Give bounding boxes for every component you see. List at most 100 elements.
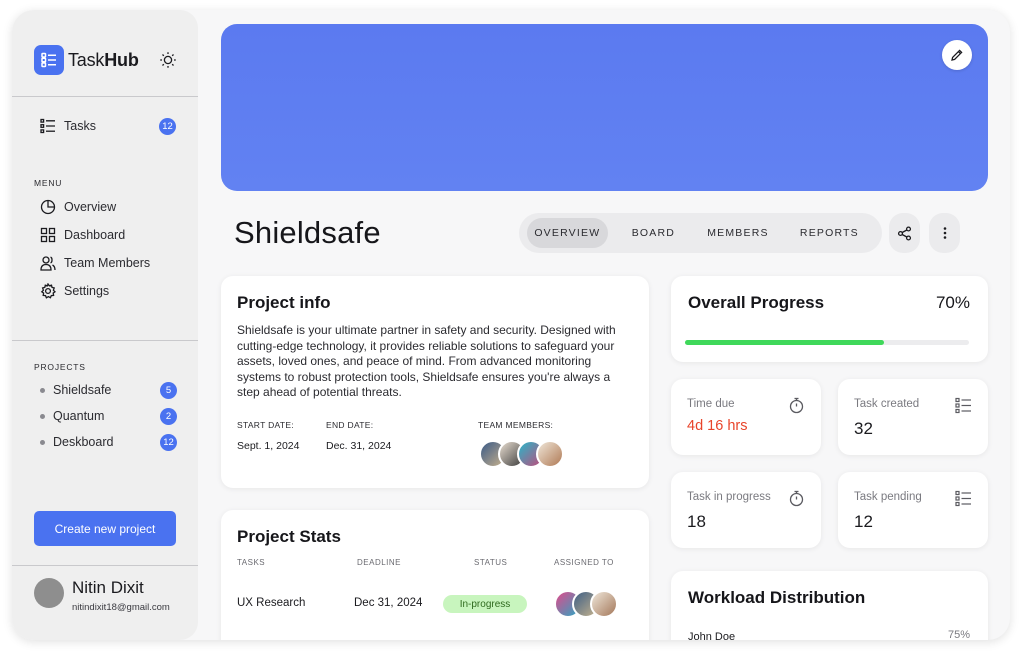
project-count-badge: 12: [160, 434, 177, 451]
share-icon: [897, 225, 912, 241]
menu-section-label: MENU: [34, 178, 63, 188]
page-title: Shieldsafe: [234, 215, 381, 250]
sidebar-project-quantum[interactable]: Quantum: [40, 409, 104, 423]
sidebar-divider: [12, 96, 198, 97]
overall-progress-card: Overall Progress 70%: [671, 276, 988, 362]
gear-icon: [40, 283, 56, 299]
end-date-value: Dec. 31, 2024: [326, 440, 392, 452]
sidebar: TaskHub Tasks 12 MENU Overview Dashboard…: [12, 10, 198, 640]
sun-icon[interactable]: [159, 51, 177, 69]
project-stats-card: Project Stats TASKS DEADLINE STATUS ASSI…: [221, 510, 649, 640]
sidebar-item-label: Team Members: [64, 256, 151, 270]
more-vertical-icon: [943, 227, 946, 239]
overall-progress-title: Overall Progress: [688, 293, 825, 312]
task-created-value: 32: [854, 419, 873, 438]
user-name: Nitin Dixit: [72, 578, 144, 597]
column-header: DEADLINE: [357, 558, 402, 567]
task-deadline: Dec 31, 2024: [354, 597, 423, 609]
task-name: UX Research: [237, 597, 306, 609]
project-label: Quantum: [53, 409, 105, 423]
project-description: Shieldsafe is your ultimate partner in s…: [237, 323, 616, 399]
workload-member-percent: 75%: [947, 629, 970, 640]
tab-reports[interactable]: REPORTS: [777, 218, 882, 248]
share-button[interactable]: [889, 213, 920, 253]
list-icon: [955, 397, 971, 414]
more-options-button[interactable]: [929, 213, 960, 253]
pencil-icon: [951, 49, 963, 61]
project-label: Shieldsafe: [53, 383, 112, 397]
progress-percent: 70%: [935, 293, 970, 312]
sidebar-item-team-members[interactable]: Team Members: [40, 255, 150, 271]
start-date-value: Sept. 1, 2024: [237, 440, 300, 452]
bullet-dot: [40, 439, 45, 445]
workload-title: Workload Distribution: [688, 588, 866, 607]
sidebar-item-dashboard[interactable]: Dashboard: [40, 227, 125, 243]
sidebar-item-settings[interactable]: Settings: [40, 283, 109, 299]
list-icon: [40, 118, 56, 134]
app-window: TaskHub Tasks 12 MENU Overview Dashboard…: [12, 10, 1010, 640]
sidebar-divider: [12, 565, 198, 566]
bullet-dot: [40, 387, 45, 393]
project-banner: [221, 24, 988, 191]
stat-label: Time due: [687, 398, 735, 410]
sidebar-item-label: Settings: [64, 284, 110, 298]
progress-bar: [685, 340, 969, 345]
project-info-card: Project info Shieldsafe is your ultimate…: [221, 276, 649, 488]
project-stats-title: Project Stats: [237, 527, 341, 546]
task-pending-value: 12: [854, 512, 873, 531]
workload-member-name: John Doe: [688, 631, 736, 640]
tab-members[interactable]: MEMBERS: [699, 218, 777, 248]
projects-section-label: PROJECTS: [34, 362, 86, 372]
stopwatch-icon: [789, 490, 804, 507]
sidebar-item-label: Overview: [64, 200, 117, 214]
avatar[interactable]: [536, 440, 564, 468]
project-label: Deskboard: [53, 435, 114, 449]
project-count-badge: 5: [160, 382, 177, 399]
sidebar-item-label: Dashboard: [64, 228, 126, 242]
sidebar-item-label: Tasks: [64, 119, 96, 133]
stopwatch-icon: [789, 397, 804, 414]
edit-button[interactable]: [942, 40, 972, 70]
task-in-progress-value: 18: [687, 512, 706, 531]
column-header: STATUS: [474, 558, 508, 567]
task-in-progress-card: Task in progress 18: [671, 472, 821, 548]
task-pending-card: Task pending 12: [838, 472, 988, 548]
pie-chart-icon: [40, 199, 56, 215]
avatar[interactable]: [34, 578, 64, 608]
column-header: TASKS: [237, 558, 266, 567]
grid-icon: [40, 227, 56, 243]
list-icon: [955, 490, 971, 507]
workload-distribution-card: Workload Distribution John Doe 75%: [671, 571, 988, 640]
end-date-label: END DATE:: [326, 420, 374, 430]
sidebar-project-shieldsafe[interactable]: Shieldsafe: [40, 383, 111, 397]
users-icon: [40, 255, 56, 271]
tab-board[interactable]: BOARD: [608, 218, 699, 248]
stat-label: Task created: [854, 398, 920, 410]
sidebar-divider: [12, 340, 198, 341]
progress-bar-fill: [685, 340, 884, 345]
sidebar-item-overview[interactable]: Overview: [40, 199, 116, 215]
project-count-badge: 2: [160, 408, 177, 425]
sidebar-project-deskboard[interactable]: Deskboard: [40, 435, 113, 449]
checklist-logo-icon: [34, 45, 64, 75]
column-header: ASSIGNED TO: [554, 558, 614, 567]
user-email: nitindixit18@gmail.com: [72, 602, 170, 613]
bullet-dot: [40, 413, 45, 419]
stat-label: Task pending: [854, 491, 922, 503]
brand[interactable]: TaskHub: [34, 45, 139, 75]
status-badge: In-progress: [443, 595, 527, 613]
tasks-count-badge: 12: [159, 118, 176, 135]
task-created-card: Task created 32: [838, 379, 988, 455]
sidebar-item-tasks[interactable]: Tasks: [40, 118, 96, 134]
brand-name: TaskHub: [68, 49, 139, 70]
time-due-value: 4d 16 hrs: [687, 418, 748, 434]
stat-label: Task in progress: [687, 491, 771, 503]
tab-overview[interactable]: OVERVIEW: [527, 218, 608, 248]
project-info-title: Project info: [237, 293, 331, 312]
tab-bar: OVERVIEW BOARD MEMBERS REPORTS: [519, 213, 882, 253]
team-members-label: TEAM MEMBERS:: [478, 420, 554, 430]
start-date-label: START DATE:: [237, 420, 294, 430]
time-due-card: Time due 4d 16 hrs: [671, 379, 821, 455]
avatar[interactable]: [590, 590, 618, 618]
create-project-button[interactable]: Create new project: [34, 511, 176, 546]
